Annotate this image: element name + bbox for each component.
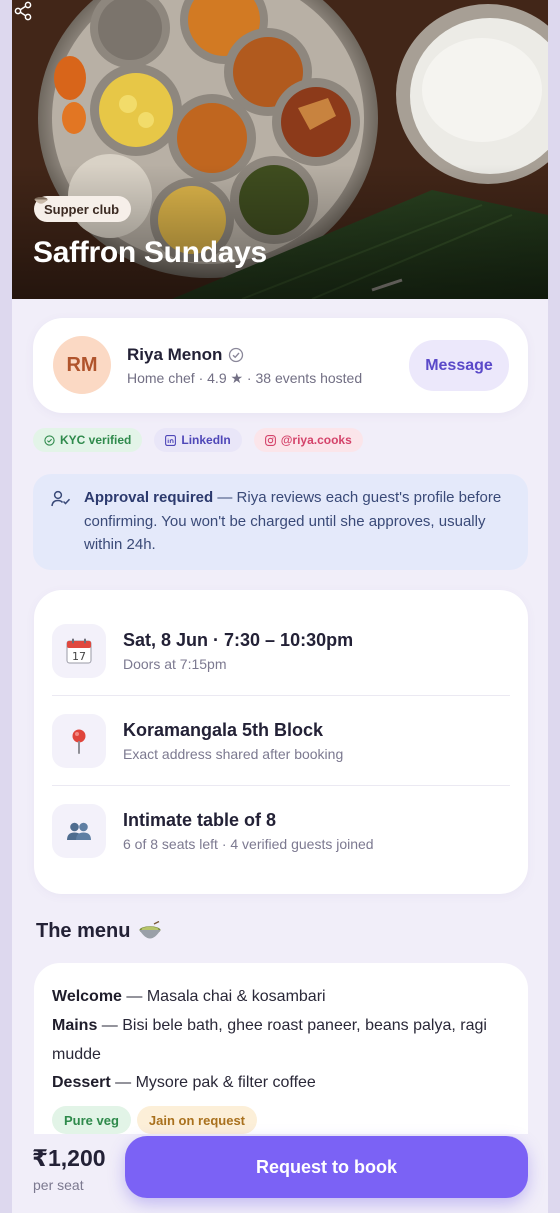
- detail-row-guests: Intimate table of 8 6 of 8 seats left · …: [52, 786, 510, 876]
- date-sub: Doors at 7:15pm: [123, 656, 227, 672]
- host-avatar[interactable]: RM: [53, 336, 111, 394]
- host-name[interactable]: Riya Menon: [127, 345, 222, 365]
- svg-text:17: 17: [72, 650, 86, 663]
- hero-image: Supper club Saffron Sundays: [12, 0, 548, 299]
- event-title: Saffron Sundays: [33, 236, 267, 269]
- trust-badges: KYC verified LinkedIn @riya.cooks: [33, 428, 363, 452]
- menu-heading: The menu: [36, 920, 162, 943]
- booking-footer: ₹1,200 per seat Request to book: [12, 1134, 548, 1213]
- course-welcome: Welcome — Masala chai & kosambari: [52, 983, 512, 1012]
- linkedin-label: LinkedIn: [181, 433, 231, 447]
- event-details-card: 17 Sat, 8 Jun · 7:30 – 10:30pm Doors at …: [34, 590, 528, 894]
- detail-row-location: Koramangala 5th Block Exact address shar…: [52, 696, 510, 786]
- calendar-tile: 17: [52, 624, 106, 678]
- host-card: RM Riya Menon Home chef · 4.9 ★ · 38 eve…: [33, 318, 528, 413]
- detail-row-date: 17 Sat, 8 Jun · 7:30 – 10:30pm Doors at …: [52, 606, 510, 696]
- guests-title: Intimate table of 8: [123, 810, 277, 830]
- jain-tag: Jain on request: [136, 1106, 257, 1134]
- approval-notice: Approval required — Riya reviews each gu…: [33, 474, 528, 570]
- course-items: — Bisi bele bath, ghee roast paneer, bea…: [52, 1016, 487, 1063]
- course-name: Dessert: [52, 1074, 111, 1092]
- course-items: — Masala chai & kosambari: [121, 988, 326, 1005]
- linkedin-icon: [165, 434, 177, 446]
- check-circle-icon: [44, 434, 55, 446]
- location-title: Koramangala 5th Block: [123, 720, 324, 740]
- host-meta: Home chef · 4.9 ★ · 38 events hosted: [127, 370, 363, 386]
- instagram-label: @riya.cooks: [280, 433, 352, 447]
- message-button[interactable]: Message: [409, 340, 509, 391]
- bowl-icon: [34, 197, 48, 204]
- kyc-label: KYC verified: [60, 433, 132, 447]
- course-mains: Mains — Bisi bele bath, ghee roast panee…: [52, 1012, 512, 1070]
- calendar-icon: 17: [66, 638, 92, 664]
- menu-courses: Welcome — Masala chai & kosambari Mains …: [52, 983, 512, 1098]
- map-pin-icon: [72, 729, 86, 754]
- menu-heading-label: The menu: [36, 920, 131, 942]
- course-dessert: Dessert — Mysore pak & filter coffee: [52, 1069, 512, 1098]
- guests-sub: 6 of 8 seats left · 4 verified guests jo…: [123, 836, 374, 852]
- pure-veg-tag: Pure veg: [52, 1106, 131, 1134]
- event-detail-screen: Supper club Saffron Sundays RM Riya Meno…: [12, 0, 548, 1213]
- per-seat-label: per seat: [33, 1177, 84, 1193]
- user-check-icon: [51, 490, 71, 507]
- soup-bowl-icon: [139, 920, 161, 938]
- diet-tags: Pure veg Jain on request: [52, 1106, 257, 1134]
- instagram-badge[interactable]: @riya.cooks: [253, 428, 363, 452]
- approval-text: Approval required — Riya reviews each gu…: [84, 486, 514, 557]
- pin-tile: [52, 714, 106, 768]
- instagram-icon: [264, 434, 276, 446]
- host-name-row: Riya Menon: [127, 345, 244, 365]
- request-to-book-button[interactable]: Request to book: [125, 1136, 528, 1198]
- menu-card: Welcome — Masala chai & kosambari Mains …: [34, 963, 528, 1163]
- date-title: Sat, 8 Jun · 7:30 – 10:30pm: [123, 630, 354, 650]
- course-name: Mains: [52, 1016, 98, 1034]
- kyc-verified-badge: KYC verified: [33, 428, 143, 452]
- price: ₹1,200: [32, 1145, 106, 1171]
- guests-icon: [67, 822, 91, 840]
- supper-club-chip: Supper club: [34, 196, 132, 222]
- linkedin-badge[interactable]: LinkedIn: [154, 428, 242, 452]
- guests-tile: [52, 804, 106, 858]
- course-name: Welcome: [52, 988, 122, 1005]
- verified-check-icon: [229, 347, 244, 363]
- location-sub: Exact address shared after booking: [123, 746, 344, 762]
- supper-club-label: Supper club: [44, 201, 120, 217]
- approval-heading: Approval required: [84, 489, 214, 506]
- share-icon[interactable]: [12, 0, 34, 22]
- course-items: — Mysore pak & filter coffee: [110, 1074, 316, 1092]
